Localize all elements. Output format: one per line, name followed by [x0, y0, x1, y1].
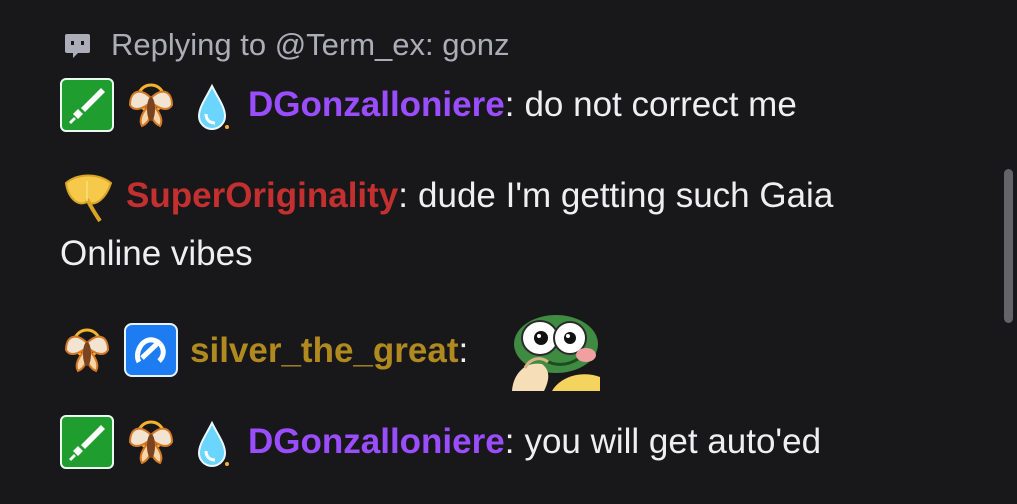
username[interactable]: SuperOriginality [126, 165, 398, 226]
scrollbar-thumb[interactable] [1004, 169, 1013, 323]
pepe-thinking-emote[interactable] [490, 309, 608, 391]
message-colon: : [504, 422, 515, 461]
username[interactable]: DGonzalloniere [248, 74, 505, 135]
message-colon: : [398, 176, 409, 215]
chat-message: SuperOriginality : dude I'm getting such… [60, 165, 960, 282]
username[interactable]: silver_the_great [190, 320, 458, 381]
message-text: dude I'm getting such Gaia [418, 176, 834, 215]
blue-logo-icon[interactable] [124, 323, 178, 377]
message-colon: : [458, 330, 469, 370]
ginkgo-leaf-icon[interactable] [60, 169, 114, 223]
chat-message: silver_the_great : [60, 309, 960, 391]
chat-scrollbar[interactable] [1000, 0, 1017, 504]
message-text-continuation: Online vibes [60, 234, 253, 273]
reply-text: Replying to @Term_ex: gonz [111, 27, 510, 62]
chat-message: DGonzalloniere : do not correct me [60, 74, 960, 135]
message-text: you will get auto'ed [524, 422, 822, 461]
message-text: do not correct me [524, 85, 797, 124]
green-sword-icon[interactable] [60, 414, 114, 469]
message-colon: : [504, 85, 515, 124]
moth-icon[interactable] [60, 323, 114, 377]
moth-icon[interactable] [124, 78, 178, 132]
chat-container: Replying to @Term_ex: gonz DGonzallonier… [0, 0, 1000, 504]
reply-context[interactable]: Replying to @Term_ex: gonz [62, 24, 510, 66]
reply-chat-icon [62, 30, 92, 60]
moth-icon[interactable] [124, 415, 178, 469]
water-drop-icon[interactable] [188, 78, 236, 132]
username[interactable]: DGonzalloniere [248, 411, 505, 472]
chat-message: DGonzalloniere : you will get auto'ed [60, 411, 960, 472]
water-drop-icon[interactable] [188, 415, 236, 469]
green-sword-icon[interactable] [60, 77, 114, 132]
